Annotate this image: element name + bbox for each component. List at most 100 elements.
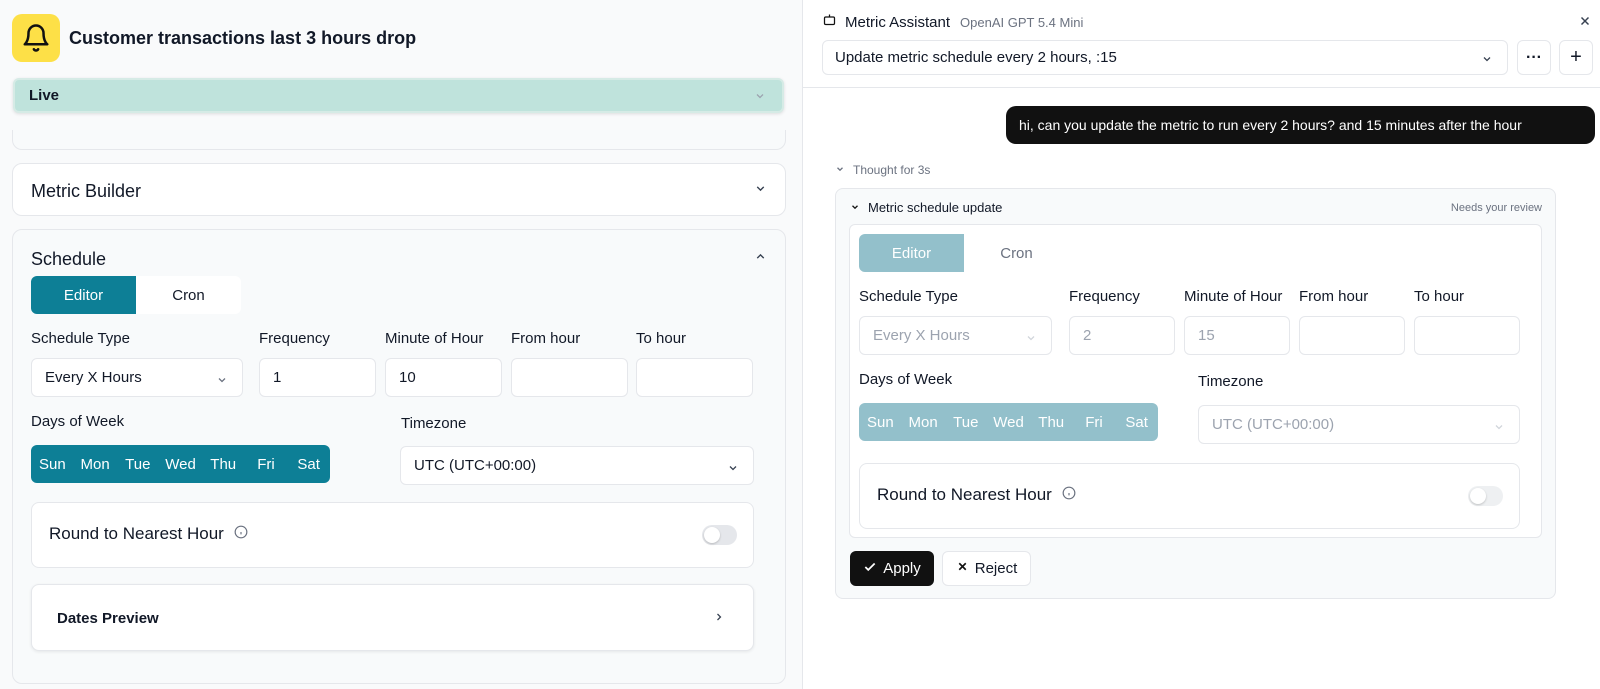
tab-editor: Editor bbox=[859, 234, 964, 272]
minute-of-hour-label: Minute of Hour bbox=[1184, 288, 1283, 305]
assistant-model: OpenAI GPT 5.4 Mini bbox=[960, 14, 1084, 30]
frequency-input[interactable]: 1 bbox=[259, 358, 376, 397]
schedule-type-value: Every X Hours bbox=[873, 327, 970, 344]
apply-label: Apply bbox=[883, 560, 921, 577]
day-wed[interactable]: Wed bbox=[159, 456, 202, 473]
metric-builder-section[interactable]: Metric Builder bbox=[12, 163, 786, 216]
day-thu[interactable]: Thu bbox=[202, 456, 245, 473]
chevron-down-icon bbox=[1493, 420, 1505, 437]
tab-cron: Cron bbox=[1000, 244, 1033, 262]
day-sun: Sun bbox=[867, 413, 894, 431]
day-wed: Wed bbox=[993, 413, 1024, 431]
dates-preview-label: Dates Preview bbox=[57, 610, 159, 627]
timezone-select: UTC (UTC+00:00) bbox=[1198, 405, 1520, 444]
chevron-down-icon bbox=[216, 373, 228, 390]
thought-label: Thought for 3s bbox=[853, 163, 931, 177]
round-to-nearest-hour-card: Round to Nearest Hour bbox=[31, 502, 754, 568]
bell-icon bbox=[12, 14, 60, 62]
frequency-label: Frequency bbox=[259, 330, 330, 347]
bot-icon bbox=[822, 12, 837, 32]
day-sat: Sat bbox=[1125, 413, 1148, 431]
minute-of-hour-input[interactable]: 10 bbox=[385, 358, 502, 397]
timezone-label: Timezone bbox=[1198, 373, 1264, 390]
collapsed-section-stub bbox=[12, 130, 786, 150]
chevron-up-icon[interactable] bbox=[754, 250, 767, 268]
metric-editor-panel: Customer transactions last 3 hours drop … bbox=[0, 0, 802, 689]
day-tue[interactable]: Tue bbox=[116, 456, 159, 473]
new-conversation-button[interactable]: + bbox=[1559, 40, 1593, 75]
days-of-week-selector: Sun Mon Tue Wed Thu Fri Sat bbox=[31, 445, 330, 483]
round-to-nearest-hour-toggle bbox=[1468, 486, 1503, 506]
day-sat[interactable]: Sat bbox=[287, 456, 330, 473]
timezone-select[interactable]: UTC (UTC+00:00) bbox=[400, 446, 754, 485]
to-hour-label: To hour bbox=[1414, 288, 1465, 305]
assistant-panel: Metric Assistant OpenAI GPT 5.4 Mini Upd… bbox=[802, 0, 1600, 689]
proposal-header[interactable]: Metric schedule update bbox=[850, 200, 1002, 215]
schedule-type-label: Schedule Type bbox=[859, 288, 958, 305]
round-to-nearest-hour-card: Round to Nearest Hour bbox=[859, 463, 1520, 529]
assistant-header: Metric Assistant OpenAI GPT 5.4 Mini bbox=[822, 12, 1083, 32]
metric-builder-heading: Metric Builder bbox=[31, 181, 142, 201]
day-mon: Mon bbox=[908, 413, 938, 431]
days-of-week-selector: Sun Mon Tue Wed Thu Fri Sat bbox=[859, 403, 1158, 441]
from-hour-label: From hour bbox=[1299, 288, 1369, 305]
tab-cron[interactable]: Cron bbox=[136, 276, 241, 314]
status-select[interactable]: Live bbox=[13, 78, 784, 113]
chevron-down-icon[interactable] bbox=[754, 182, 767, 200]
more-options-button[interactable]: ··· bbox=[1517, 40, 1551, 75]
days-of-week-label: Days of Week bbox=[859, 371, 953, 388]
chevron-down-icon bbox=[1481, 52, 1493, 69]
chevron-down-icon bbox=[850, 200, 860, 215]
reject-button[interactable]: Reject bbox=[942, 551, 1031, 586]
schedule-heading: Schedule bbox=[31, 249, 107, 269]
info-icon bbox=[1062, 485, 1076, 505]
frequency-label: Frequency bbox=[1069, 288, 1140, 305]
day-mon[interactable]: Mon bbox=[74, 456, 117, 473]
review-status: Needs your review bbox=[1450, 202, 1542, 214]
assistant-name: Metric Assistant bbox=[845, 13, 951, 31]
proposal-mode-toggle: Editor Cron bbox=[859, 234, 1069, 272]
dates-preview-row[interactable]: Dates Preview bbox=[31, 584, 754, 651]
thought-toggle[interactable]: Thought for 3s bbox=[835, 163, 930, 177]
day-sun[interactable]: Sun bbox=[31, 456, 74, 473]
to-hour-input[interactable] bbox=[636, 358, 753, 397]
days-of-week-label: Days of Week bbox=[31, 413, 125, 430]
close-icon[interactable] bbox=[1578, 14, 1592, 33]
user-message: hi, can you update the metric to run eve… bbox=[1006, 106, 1595, 144]
chevron-right-icon bbox=[713, 610, 725, 628]
apply-button[interactable]: Apply bbox=[850, 551, 934, 586]
round-to-nearest-hour-toggle[interactable] bbox=[702, 525, 737, 545]
round-to-nearest-hour-label: Round to Nearest Hour bbox=[877, 485, 1052, 504]
info-icon[interactable] bbox=[234, 524, 248, 544]
from-hour-label: From hour bbox=[511, 330, 581, 347]
proposal-title: Metric schedule update bbox=[868, 200, 1003, 215]
day-fri: Fri bbox=[1085, 413, 1103, 431]
to-hour-input bbox=[1414, 316, 1520, 355]
x-icon bbox=[956, 560, 969, 577]
schedule-type-label: Schedule Type bbox=[31, 330, 130, 347]
conversation-title: Update metric schedule every 2 hours, :1… bbox=[835, 49, 1117, 66]
proposal-preview: Editor Cron Schedule Type Frequency Minu… bbox=[849, 224, 1542, 538]
check-icon bbox=[863, 560, 877, 578]
tab-editor[interactable]: Editor bbox=[31, 276, 136, 314]
minute-of-hour-input: 15 bbox=[1184, 316, 1290, 355]
page-title: Customer transactions last 3 hours drop bbox=[69, 28, 417, 48]
schedule-type-value: Every X Hours bbox=[45, 369, 142, 386]
from-hour-input bbox=[1299, 316, 1405, 355]
schedule-type-select[interactable]: Every X Hours bbox=[31, 358, 243, 397]
minute-of-hour-label: Minute of Hour bbox=[385, 330, 484, 347]
header-divider bbox=[803, 87, 1600, 88]
chevron-down-icon bbox=[754, 89, 766, 107]
frequency-input: 2 bbox=[1069, 316, 1175, 355]
conversation-select[interactable]: Update metric schedule every 2 hours, :1… bbox=[822, 40, 1508, 75]
status-label: Live bbox=[29, 87, 60, 104]
chevron-down-icon bbox=[1025, 331, 1037, 348]
from-hour-input[interactable] bbox=[511, 358, 628, 397]
day-fri[interactable]: Fri bbox=[245, 456, 288, 473]
chevron-down-icon bbox=[727, 461, 739, 478]
schedule-type-select: Every X Hours bbox=[859, 316, 1052, 355]
schedule-mode-toggle: Editor Cron bbox=[31, 276, 241, 314]
round-to-nearest-hour-label: Round to Nearest Hour bbox=[49, 524, 224, 543]
day-tue: Tue bbox=[953, 413, 979, 431]
timezone-value: UTC (UTC+00:00) bbox=[414, 457, 537, 474]
